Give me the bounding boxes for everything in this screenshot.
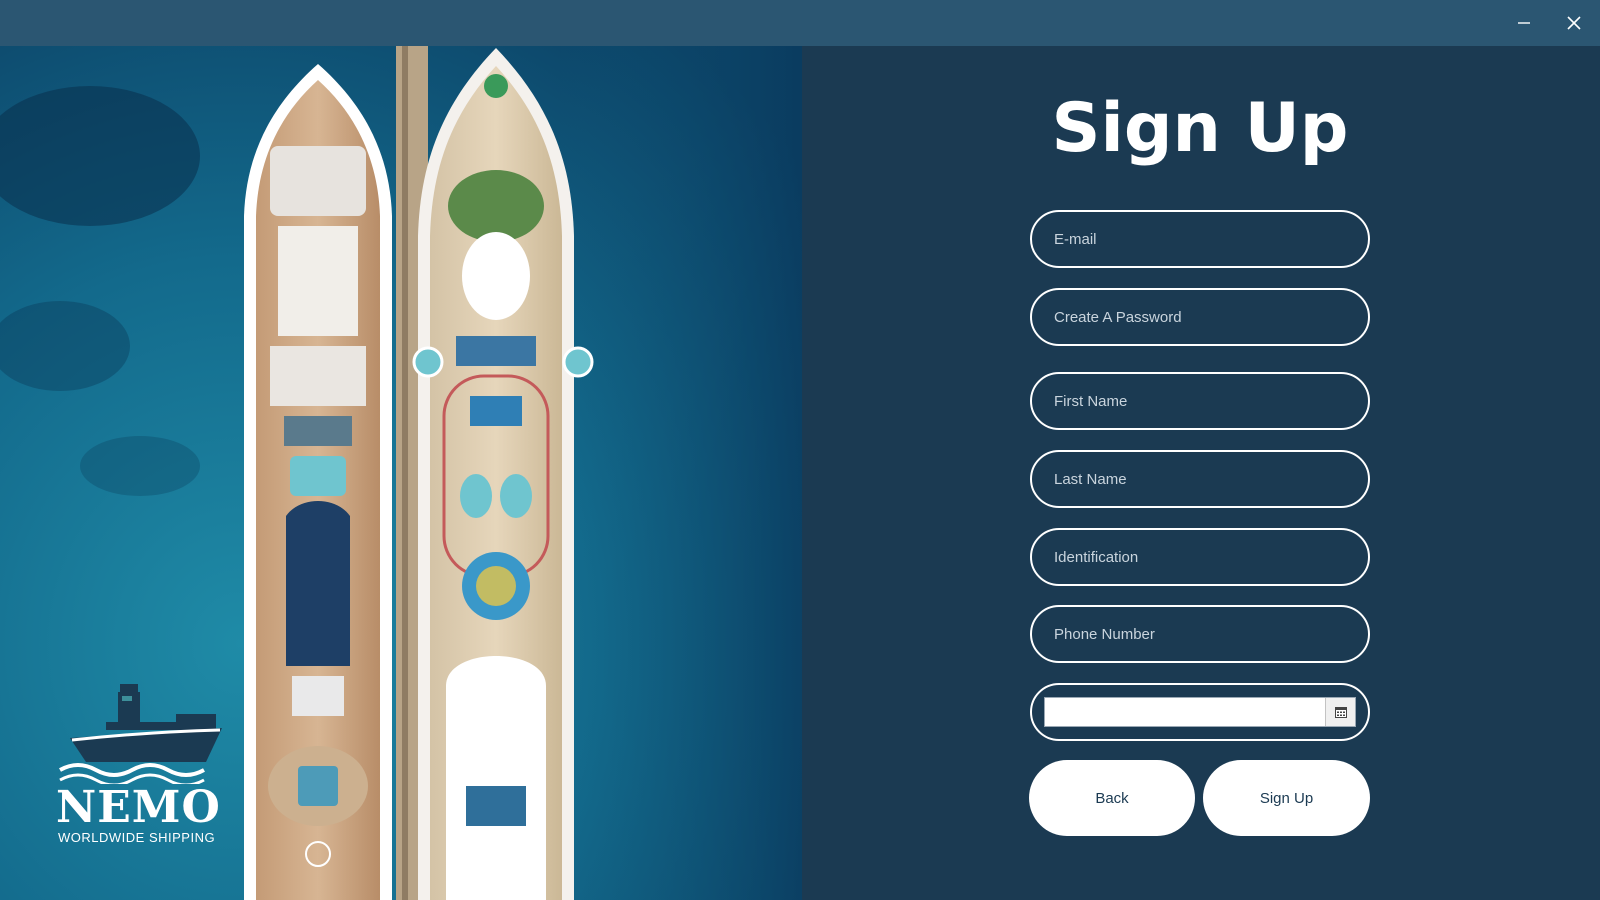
date-picker-button[interactable] bbox=[1325, 698, 1355, 726]
email-field[interactable] bbox=[1030, 210, 1370, 268]
ship-logo-icon bbox=[59, 684, 222, 784]
last-name-field[interactable] bbox=[1030, 450, 1370, 508]
close-button[interactable] bbox=[1550, 0, 1598, 46]
password-input[interactable] bbox=[1032, 290, 1368, 344]
email-input[interactable] bbox=[1032, 212, 1368, 266]
phone-input[interactable] bbox=[1032, 607, 1368, 661]
first-name-field[interactable] bbox=[1030, 372, 1370, 430]
back-button[interactable]: Back bbox=[1029, 760, 1195, 836]
nemo-logo: NEMO WORLDWIDE SHIPPING bbox=[56, 684, 236, 845]
logo-name: NEMO bbox=[56, 782, 221, 833]
sign-up-button[interactable]: Sign Up bbox=[1203, 760, 1370, 836]
identification-input[interactable] bbox=[1032, 530, 1368, 584]
date-input[interactable] bbox=[1045, 698, 1325, 726]
close-icon bbox=[1567, 16, 1581, 30]
minimize-button[interactable] bbox=[1500, 0, 1548, 46]
phone-field[interactable] bbox=[1030, 605, 1370, 663]
window-titlebar bbox=[0, 0, 1600, 46]
page-title: Sign Up bbox=[1051, 89, 1349, 168]
hero-image: NEMO WORLDWIDE SHIPPING bbox=[0, 46, 802, 900]
first-name-input[interactable] bbox=[1032, 374, 1368, 428]
last-name-input[interactable] bbox=[1032, 452, 1368, 506]
logo-tagline: WORLDWIDE SHIPPING bbox=[58, 830, 216, 845]
minimize-icon bbox=[1518, 22, 1530, 24]
calendar-icon bbox=[1334, 707, 1347, 718]
date-picker[interactable] bbox=[1044, 697, 1356, 727]
password-field[interactable] bbox=[1030, 288, 1370, 346]
identification-field[interactable] bbox=[1030, 528, 1370, 586]
